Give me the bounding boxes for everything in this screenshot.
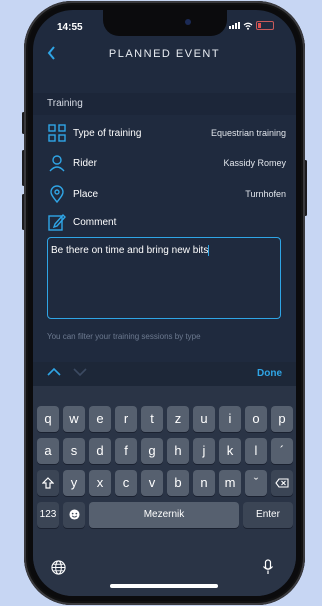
row-place[interactable]: Place Turnhofen — [33, 181, 296, 209]
key-b[interactable]: b — [167, 470, 189, 496]
home-indicator — [110, 584, 218, 588]
enter-key[interactable]: Enter — [243, 502, 293, 528]
page-title: PLANNED EVENT — [108, 48, 221, 60]
grid-icon — [48, 124, 66, 142]
row-label: Type of training — [73, 128, 142, 139]
section-label: Training — [47, 98, 83, 109]
key-y[interactable]: y — [63, 470, 85, 496]
row-rider[interactable]: Rider Kassidy Romey — [33, 150, 296, 178]
row-value: Turnhofen — [245, 189, 286, 199]
backspace-key[interactable] — [271, 470, 293, 496]
shift-key[interactable] — [37, 470, 59, 496]
key-n[interactable]: n — [193, 470, 215, 496]
keyboard-accessory-bar: Done — [33, 362, 296, 386]
text-caret — [208, 245, 210, 256]
key-caron[interactable]: ˇ — [245, 470, 267, 496]
hint-text: You can filter your training sessions by… — [47, 332, 201, 341]
key-acute[interactable]: ´ — [271, 438, 293, 464]
key-e[interactable]: e — [89, 406, 111, 432]
numbers-key[interactable]: 123 — [37, 502, 59, 528]
next-field-button[interactable] — [73, 364, 87, 380]
phone-frame: 14:55 PLANNED EVENT Training Type of tra… — [24, 1, 305, 605]
wifi-icon — [243, 22, 253, 30]
page: 14:55 PLANNED EVENT Training Type of tra… — [0, 0, 322, 606]
status-icons — [229, 21, 274, 30]
notch — [103, 10, 227, 36]
keyboard-row-3: y x c v b n m ˇ — [33, 470, 296, 500]
keyboard-row-2: a s d f g h j k l ´ — [33, 438, 296, 468]
key-w[interactable]: w — [63, 406, 85, 432]
row-value: Equestrian training — [210, 128, 286, 138]
key-t[interactable]: t — [141, 406, 163, 432]
key-l[interactable]: l — [245, 438, 267, 464]
location-pin-icon — [50, 185, 64, 203]
keyboard: q w e r t z u i o p a s d f g h j k l ´ … — [33, 386, 296, 596]
key-h[interactable]: h — [167, 438, 189, 464]
key-c[interactable]: c — [115, 470, 137, 496]
row-label: Place — [73, 189, 99, 200]
nav-header: PLANNED EVENT — [33, 40, 296, 68]
key-z[interactable]: z — [167, 406, 189, 432]
shift-icon — [41, 477, 55, 489]
keyboard-row-1: q w e r t z u i o p — [33, 406, 296, 436]
phone-screen: 14:55 PLANNED EVENT Training Type of tra… — [33, 10, 296, 596]
microphone-icon[interactable] — [262, 559, 274, 579]
signal-icon — [229, 22, 240, 29]
key-s[interactable]: s — [63, 438, 85, 464]
field-navigation — [47, 364, 95, 380]
previous-field-button[interactable] — [47, 364, 65, 380]
row-label: Rider — [73, 158, 97, 169]
emoji-icon — [68, 509, 80, 520]
key-g[interactable]: g — [141, 438, 163, 464]
key-q[interactable]: q — [37, 406, 59, 432]
key-v[interactable]: v — [141, 470, 163, 496]
key-p[interactable]: p — [271, 406, 293, 432]
status-time: 14:55 — [57, 22, 83, 33]
row-value: Kassidy Romey — [223, 158, 286, 168]
key-f[interactable]: f — [115, 438, 137, 464]
backspace-icon — [275, 478, 289, 488]
edit-icon — [48, 213, 66, 231]
globe-icon[interactable] — [51, 560, 66, 579]
key-r[interactable]: r — [115, 406, 137, 432]
key-u[interactable]: u — [193, 406, 215, 432]
key-o[interactable]: o — [245, 406, 267, 432]
space-key[interactable]: Mezernik — [89, 502, 239, 528]
person-icon — [49, 155, 65, 172]
comment-text: Be there on time and bring new bits — [51, 245, 209, 257]
key-x[interactable]: x — [89, 470, 111, 496]
key-m[interactable]: m — [219, 470, 241, 496]
chevron-down-icon — [73, 368, 87, 377]
row-comment: Comment — [33, 209, 296, 237]
key-k[interactable]: k — [219, 438, 241, 464]
emoji-key[interactable] — [63, 502, 85, 528]
row-label: Comment — [73, 217, 117, 228]
chevron-up-icon — [47, 367, 61, 376]
camera — [185, 19, 191, 25]
done-button[interactable]: Done — [257, 368, 282, 379]
key-j[interactable]: j — [193, 438, 215, 464]
battery-icon — [256, 21, 274, 30]
keyboard-row-4: 123 Mezernik Enter — [33, 502, 296, 532]
key-a[interactable]: a — [37, 438, 59, 464]
key-d[interactable]: d — [89, 438, 111, 464]
row-type-of-training[interactable]: Type of training Equestrian training — [33, 120, 296, 148]
key-i[interactable]: i — [219, 406, 241, 432]
comment-input[interactable]: Be there on time and bring new bits — [47, 237, 281, 319]
